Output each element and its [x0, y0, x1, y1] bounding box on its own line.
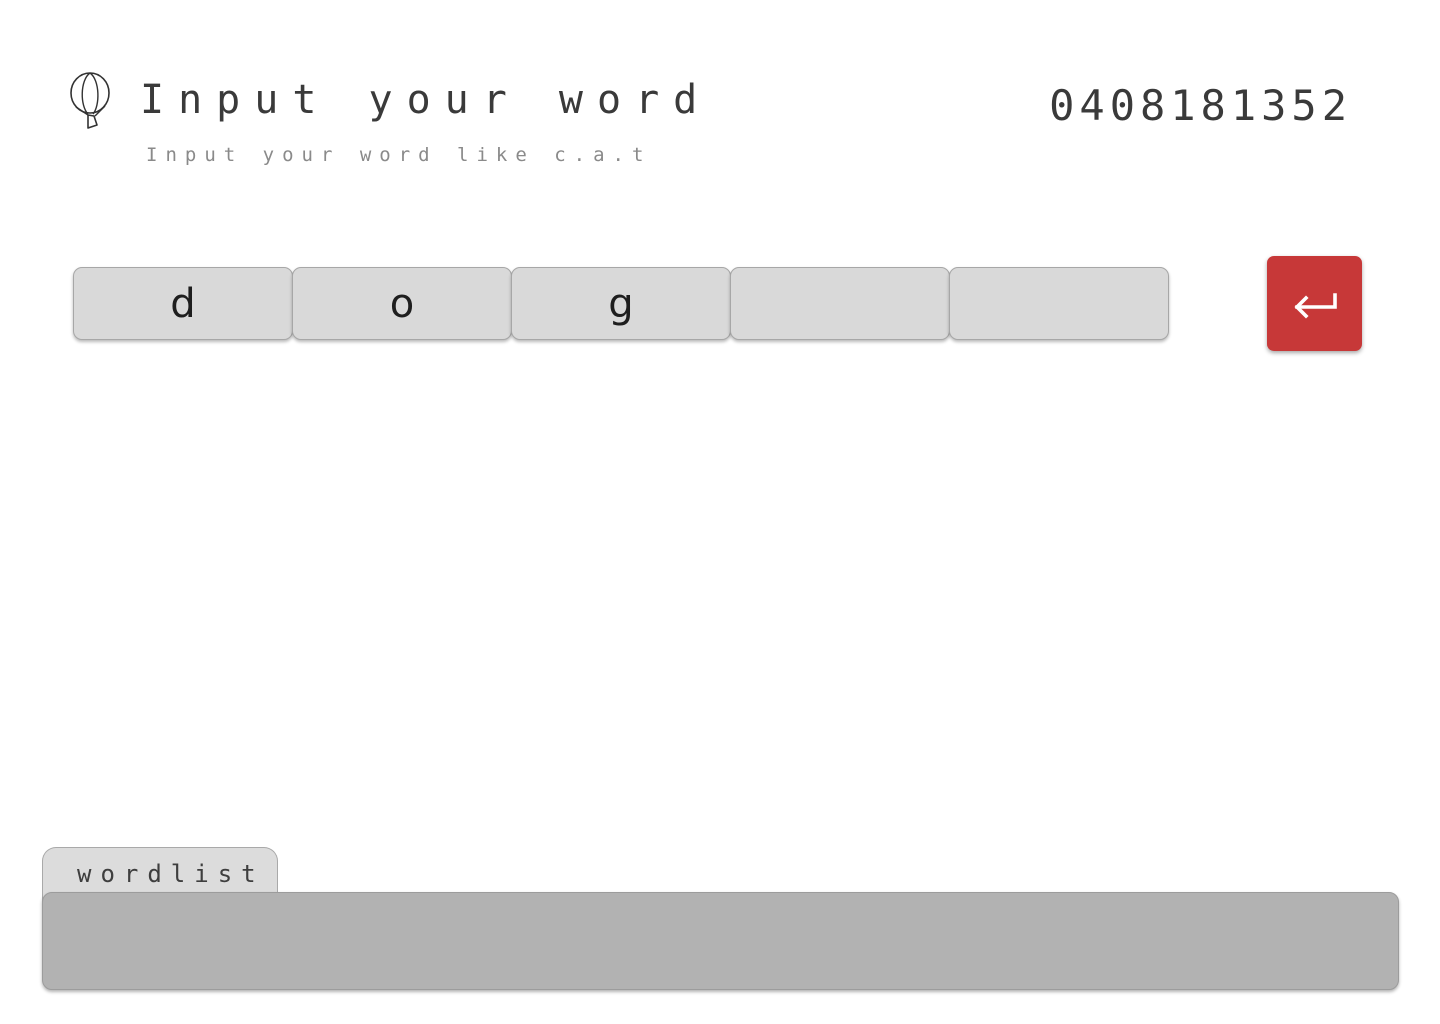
enter-button[interactable] — [1267, 256, 1362, 351]
letter-slot-4[interactable] — [730, 267, 950, 340]
enter-arrow-icon — [1293, 292, 1337, 319]
letter-slot-3[interactable]: g — [511, 267, 731, 340]
letter-slot-1[interactable]: d — [73, 267, 293, 340]
wordlist-panel — [42, 892, 1399, 990]
hot-air-balloon-icon — [70, 72, 110, 129]
letter-slot-2[interactable]: o — [292, 267, 512, 340]
letter-slots: d o g — [73, 267, 1169, 340]
session-code: 0408181352 — [1049, 81, 1352, 130]
page-title: Input your word — [140, 77, 712, 123]
page: Input your word Input your word like c.a… — [0, 0, 1440, 1024]
page-subtitle: Input your word like c.a.t — [146, 144, 652, 166]
letter-slot-5[interactable] — [949, 267, 1169, 340]
